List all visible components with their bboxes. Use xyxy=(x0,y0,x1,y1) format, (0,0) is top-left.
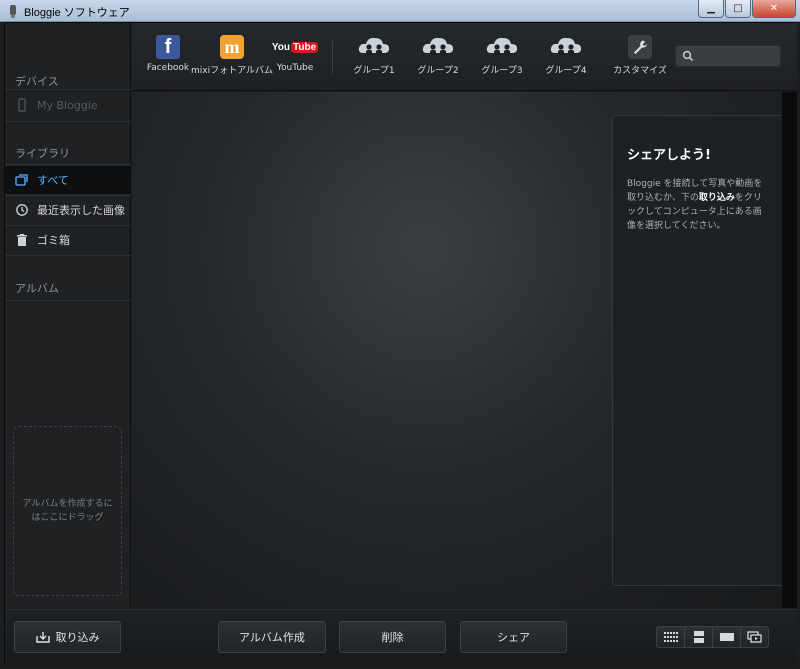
create-album-label: アルバム作成 xyxy=(239,631,305,644)
search-icon xyxy=(682,50,694,62)
share-panel-title: シェアしよう! xyxy=(627,148,711,163)
sidebar-item-label: ゴミ箱 xyxy=(37,234,70,247)
sidebar: デバイス My Bloggie ライブラリ すべて 最近表示した画像 ゴミ箱 ア… xyxy=(5,23,131,608)
group-cloud-icon xyxy=(358,37,390,56)
grid-view-icon xyxy=(663,632,678,642)
search-box[interactable] xyxy=(675,45,781,67)
mixi-icon: m xyxy=(220,35,244,59)
toolbar-separator xyxy=(332,39,333,75)
youtube-icon: You Tube xyxy=(271,41,319,53)
group-2-button[interactable]: グループ2 xyxy=(406,35,470,76)
library-section-title: ライブラリ xyxy=(15,147,70,160)
single-view-icon xyxy=(719,633,734,641)
trash-icon xyxy=(17,234,27,246)
group-label: グループ3 xyxy=(481,66,523,76)
close-icon: ✕ xyxy=(769,3,779,14)
app-window: デバイス My Bloggie ライブラリ すべて 最近表示した画像 ゴミ箱 ア… xyxy=(4,22,797,666)
album-section-title: アルバム xyxy=(15,282,59,295)
group-3-button[interactable]: グループ3 xyxy=(470,35,534,76)
album-dropzone[interactable]: アルバムを作成するにはここにドラッグ xyxy=(13,426,122,596)
sidebar-item-label: すべて xyxy=(37,174,69,187)
view-mode-switcher xyxy=(656,626,769,648)
sidebar-item-my-bloggie[interactable]: My Bloggie xyxy=(5,91,131,119)
mixi-button[interactable]: m mixiフォトアルバム xyxy=(191,35,273,76)
group-cloud-icon xyxy=(486,37,518,56)
sidebar-item-recent[interactable]: 最近表示した画像 xyxy=(5,196,131,224)
wrench-icon xyxy=(628,35,652,59)
close-button[interactable]: ✕ xyxy=(752,0,796,18)
single-view-button[interactable] xyxy=(712,626,741,648)
bottom-bar: 取り込み アルバム作成 削除 シェア xyxy=(5,609,797,666)
share-label: シェア xyxy=(497,631,530,644)
group-label: グループ4 xyxy=(545,66,587,76)
sidebar-item-trash[interactable]: ゴミ箱 xyxy=(5,226,131,254)
stack-icon xyxy=(15,174,28,186)
window-titlebar: Bloggie ソフトウェア ▁ □ ✕ xyxy=(0,0,800,22)
share-panel-text: Bloggie を接続して写真や動画を取り込むか、下の取り込みをクリックしてコン… xyxy=(627,179,763,231)
slideshow-icon xyxy=(746,631,762,643)
minimize-button[interactable]: ▁ xyxy=(698,0,724,18)
youtube-button[interactable]: You Tube YouTube xyxy=(263,35,327,73)
dropzone-text: アルバムを作成するにはここにドラッグ xyxy=(22,499,113,523)
app-icon xyxy=(10,5,16,18)
grid-view-button[interactable] xyxy=(656,626,685,648)
divider xyxy=(5,89,131,90)
slideshow-button[interactable] xyxy=(740,626,769,648)
minimize-icon: ▁ xyxy=(707,3,715,14)
maximize-button[interactable]: □ xyxy=(725,0,751,18)
create-album-button[interactable]: アルバム作成 xyxy=(218,621,326,653)
divider xyxy=(5,164,131,165)
share-button[interactable]: シェア xyxy=(460,621,567,653)
group-4-button[interactable]: グループ4 xyxy=(534,35,598,76)
maximize-icon: □ xyxy=(733,3,743,14)
window-title: Bloggie ソフトウェア xyxy=(24,7,130,19)
share-toolbar: f Facebook m mixiフォトアルバム You Tube YouTube… xyxy=(132,23,797,91)
group-1-button[interactable]: グループ1 xyxy=(342,35,406,76)
group-label: グループ2 xyxy=(417,66,459,76)
group-cloud-icon xyxy=(422,37,454,56)
history-icon xyxy=(16,204,28,216)
divider xyxy=(5,255,131,256)
import-icon xyxy=(35,632,50,643)
divider xyxy=(5,121,131,122)
customize-label: カスタマイズ xyxy=(613,66,667,76)
delete-button[interactable]: 削除 xyxy=(339,621,446,653)
delete-label: 削除 xyxy=(381,631,404,644)
share-info-panel: シェアしよう! Bloggie を接続して写真や動画を取り込むか、下の取り込みを… xyxy=(612,115,782,586)
import-emphasis: 取り込み xyxy=(698,193,735,203)
right-edge xyxy=(782,92,797,608)
facebook-icon: f xyxy=(156,35,180,59)
window-controls: ▁ □ ✕ xyxy=(698,0,796,18)
split-view-icon xyxy=(693,631,704,643)
group-label: グループ1 xyxy=(353,66,395,76)
divider xyxy=(5,300,131,301)
facebook-label: Facebook xyxy=(146,63,190,73)
import-button[interactable]: 取り込み xyxy=(14,621,121,653)
youtube-label: YouTube xyxy=(276,63,314,73)
mixi-label: mixiフォトアルバム xyxy=(191,66,274,76)
customize-button[interactable]: カスタマイズ xyxy=(608,35,672,76)
sidebar-item-label: My Bloggie xyxy=(37,98,98,112)
import-button-label: 取り込み xyxy=(55,631,100,644)
devices-section-title: デバイス xyxy=(15,75,59,88)
group-cloud-icon xyxy=(550,37,582,56)
sidebar-item-all[interactable]: すべて xyxy=(5,166,131,194)
search-input[interactable] xyxy=(696,48,776,64)
split-view-button[interactable] xyxy=(684,626,713,648)
sidebar-item-label: 最近表示した画像 xyxy=(37,204,125,217)
camera-device-icon xyxy=(18,98,26,112)
